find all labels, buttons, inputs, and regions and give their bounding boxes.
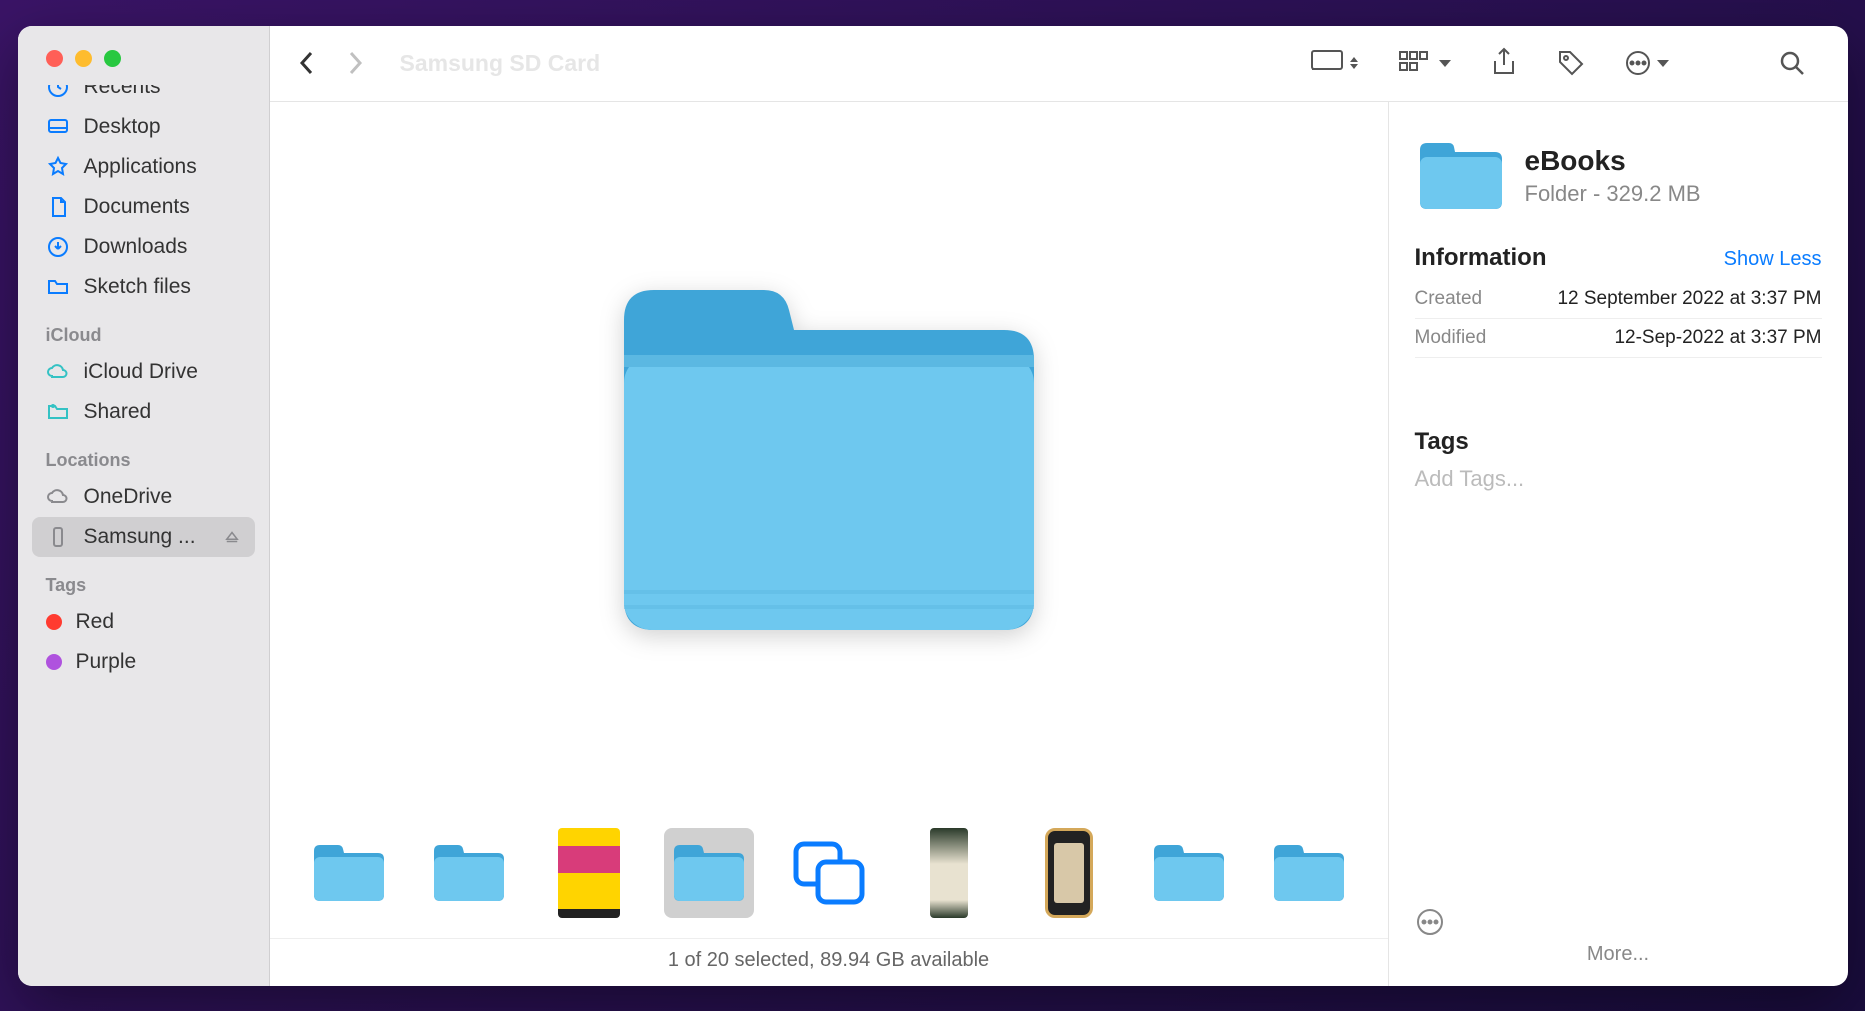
main-area: Samsung SD Card [270, 26, 1848, 986]
share-button[interactable] [1476, 41, 1532, 85]
tags-button[interactable] [1542, 42, 1600, 84]
apps-icon [46, 155, 70, 179]
clock-icon [46, 85, 70, 99]
content-row: 1 of 20 selected, 89.94 GB available eBo… [270, 102, 1848, 986]
eject-icon[interactable] [223, 528, 241, 546]
sidebar-label: Purple [76, 650, 137, 674]
fullscreen-button[interactable] [104, 50, 121, 67]
thumbnail-strip[interactable] [270, 818, 1388, 938]
nav-arrows [298, 50, 364, 76]
show-less-button[interactable]: Show Less [1724, 248, 1822, 271]
folder-icon [46, 275, 70, 299]
window-controls [18, 26, 269, 85]
info-section-head: Information Show Less [1415, 244, 1822, 272]
thumb-item[interactable] [1024, 828, 1114, 918]
sidebar-item-icloud-drive[interactable]: iCloud Drive [32, 352, 255, 392]
more-label: More... [1415, 943, 1822, 966]
section-icloud: iCloud [32, 307, 255, 352]
toolbar: Samsung SD Card [270, 26, 1848, 102]
thumb-item[interactable] [304, 828, 394, 918]
thumb-item[interactable] [1264, 828, 1354, 918]
desktop-icon [46, 115, 70, 139]
sidebar-label: Recents [84, 85, 161, 99]
ellipsis-icon [1415, 907, 1822, 937]
more-actions[interactable]: More... [1415, 907, 1822, 966]
sidebar-label: Sketch files [84, 275, 191, 299]
info-section-title: Information [1415, 244, 1547, 272]
add-tags-field[interactable]: Add Tags... [1415, 466, 1822, 492]
info-value: 12-Sep-2022 at 3:37 PM [1614, 327, 1821, 349]
tag-color-icon [46, 654, 62, 670]
sidebar-item-samsung[interactable]: Samsung ... [32, 517, 255, 557]
sidebar-label: Downloads [84, 235, 188, 259]
sidebar-item-downloads[interactable]: Downloads [32, 227, 255, 267]
info-kind-size: Folder - 329.2 MB [1525, 181, 1701, 207]
sidebar-item-sketch[interactable]: Sketch files [32, 267, 255, 307]
folder-icon [1415, 138, 1507, 214]
sidebar-list: Recents Desktop Applications Documents D… [18, 85, 269, 682]
thumb-item[interactable] [784, 828, 874, 918]
sidebar-label: iCloud Drive [84, 360, 198, 384]
sidebar-item-recents[interactable]: Recents [32, 85, 255, 107]
info-panel: eBooks Folder - 329.2 MB Information Sho… [1388, 102, 1848, 986]
sidebar-item-desktop[interactable]: Desktop [32, 107, 255, 147]
sidebar-label: Shared [84, 400, 152, 424]
info-label: Modified [1415, 327, 1487, 349]
sidebar: Recents Desktop Applications Documents D… [18, 26, 270, 986]
thumb-item[interactable] [424, 828, 514, 918]
thumb-item[interactable] [904, 828, 994, 918]
view-gallery-button[interactable] [1296, 43, 1374, 83]
thumb-item[interactable] [544, 828, 634, 918]
cloud-icon [46, 360, 70, 384]
section-tags: Tags [32, 557, 255, 602]
sidebar-label: Samsung ... [84, 525, 196, 549]
download-icon [46, 235, 70, 259]
sidebar-item-onedrive[interactable]: OneDrive [32, 477, 255, 517]
info-label: Created [1415, 288, 1483, 310]
info-row-created: Created 12 September 2022 at 3:37 PM [1415, 280, 1822, 319]
sidebar-tag-purple[interactable]: Purple [32, 642, 255, 682]
sidebar-item-shared[interactable]: Shared [32, 392, 255, 432]
info-header: eBooks Folder - 329.2 MB [1415, 138, 1822, 214]
search-button[interactable] [1764, 43, 1820, 83]
sidebar-label: Red [76, 610, 115, 634]
cloud-icon [46, 485, 70, 509]
minimize-button[interactable] [75, 50, 92, 67]
tags-section-title: Tags [1415, 428, 1822, 456]
sidebar-label: OneDrive [84, 485, 173, 509]
close-button[interactable] [46, 50, 63, 67]
forward-button[interactable] [346, 50, 364, 76]
status-bar: 1 of 20 selected, 89.94 GB available [270, 938, 1388, 986]
info-name: eBooks [1525, 145, 1701, 177]
sidebar-label: Applications [84, 155, 197, 179]
actions-button[interactable] [1610, 43, 1684, 83]
sidebar-item-documents[interactable]: Documents [32, 187, 255, 227]
tag-color-icon [46, 614, 62, 630]
group-button[interactable] [1384, 43, 1466, 83]
section-locations: Locations [32, 432, 255, 477]
thumb-item-selected[interactable] [664, 828, 754, 918]
sidebar-label: Desktop [84, 115, 161, 139]
window-title: Samsung SD Card [400, 50, 601, 77]
thumb-item[interactable] [1144, 828, 1234, 918]
sidebar-tag-red[interactable]: Red [32, 602, 255, 642]
info-value: 12 September 2022 at 3:37 PM [1557, 288, 1821, 310]
finder-window: Recents Desktop Applications Documents D… [18, 26, 1848, 986]
info-row-modified: Modified 12-Sep-2022 at 3:37 PM [1415, 319, 1822, 358]
folder-preview-icon [604, 270, 1054, 650]
sidebar-item-applications[interactable]: Applications [32, 147, 255, 187]
preview-pane [270, 102, 1388, 818]
back-button[interactable] [298, 50, 316, 76]
document-icon [46, 195, 70, 219]
sidebar-label: Documents [84, 195, 190, 219]
device-icon [46, 525, 70, 549]
shared-folder-icon [46, 400, 70, 424]
gallery-area: 1 of 20 selected, 89.94 GB available [270, 102, 1388, 986]
